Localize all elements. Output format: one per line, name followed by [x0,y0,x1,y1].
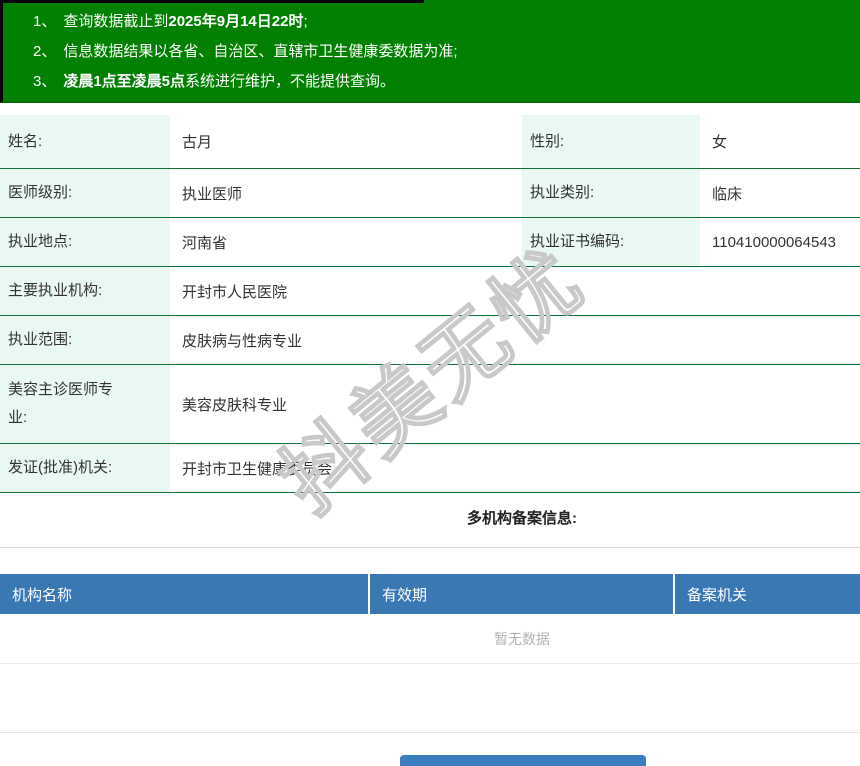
divider [0,732,860,733]
notice-line-2: 2、 信息数据结果以各省、自治区、直辖市卫生健康委数据为准; [33,37,850,67]
table-row: 医师级别: 执业医师 执业类别: 临床 [0,169,860,218]
field-label-practice-category: 执业类别: [522,169,700,217]
no-data-text: 暂无数据 [494,631,550,647]
doctor-license-query-result-page: 1、 查询数据截止到2025年9月14日22时; 2、 信息数据结果以各省、自治区、… [0,0,860,766]
table-row: 主要执业机构: 开封市人民医院 [0,267,860,316]
table-row: 姓名: 古月 性别: 女 [0,115,860,169]
field-label-name: 姓名: [0,115,170,168]
column-header-record-authority: 备案机关 [687,586,748,604]
close-window-button[interactable]: 【关闭窗口】 [400,755,646,766]
notice-banner: 1、 查询数据截止到2025年9月14日22时; 2、 信息数据结果以各省、自治区、… [0,0,860,103]
field-label-cosmetic-specialty: 美容主诊医师专业: [0,365,170,443]
banner-top-border [0,0,424,3]
field-value-practice-category: 临床 [712,185,743,203]
field-value-practice-scope: 皮肤病与性病专业 [182,332,303,350]
field-label-gender: 性别: [522,115,700,168]
records-empty-row: 暂无数据 [0,614,860,664]
records-section: 多机构备案信息: [0,507,860,531]
notice-text-bold: 凌晨1点至凌晨5点 [63,73,186,90]
records-section-title: 多机构备案信息: [467,510,577,527]
field-value-name: 古月 [182,134,213,151]
column-header-institution-name: 机构名称 [0,574,370,614]
notice-text: 查询数据截止到 [63,13,169,30]
field-value-practice-location: 河南省 [182,234,228,252]
notice-text: 系统进行维护，不能提供查询。 [185,73,396,90]
table-row: 发证(批准)机关: 开封市卫生健康委员会 [0,444,860,493]
field-label-issuing-authority: 发证(批准)机关: [0,444,170,492]
field-value-issuing-authority: 开封市卫生健康委员会 [182,460,333,478]
footer: 【关闭窗口】 ◎本图由平台注册用户上传 [0,741,860,766]
field-label-doctor-level: 医师级别: [0,169,170,217]
notice-line-1: 1、 查询数据截止到2025年9月14日22时; [33,7,850,37]
table-row: 美容主诊医师专业: 美容皮肤科专业 [0,365,860,444]
table-row: 执业地点: 河南省 执业证书编码: 110410000064543 [0,218,860,267]
notice-number: 3、 [33,73,57,90]
column-header-validity-period: 有效期 [370,574,675,614]
field-label-certificate-number: 执业证书编码: [522,218,700,266]
table-row: 执业范围: 皮肤病与性病专业 [0,316,860,365]
field-value-gender: 女 [712,134,728,151]
field-value-main-institution: 开封市人民医院 [182,283,288,301]
notice-number: 2、 [33,43,57,60]
field-value-doctor-level: 执业医师 [182,185,243,203]
notice-text-bold: 2025年9月14日22时 [168,13,304,30]
practitioner-info-table: 姓名: 古月 性别: 女 医师级别: 执业医师 执业类别: 临床 执业地点: 河… [0,115,860,493]
field-label-practice-location: 执业地点: [0,218,170,266]
notice-line-3: 3、 凌晨1点至凌晨5点系统进行维护，不能提供查询。 [33,67,850,97]
field-label-main-institution: 主要执业机构: [0,267,170,315]
field-value-certificate-number: 110410000064543 [712,233,837,251]
field-value-cosmetic-specialty: 美容皮肤科专业 [182,396,288,414]
field-label-practice-scope: 执业范围: [0,316,170,364]
divider [0,547,860,548]
notice-number: 1、 [33,13,57,30]
notice-text: ; [303,13,308,30]
records-table-header: 机构名称 有效期 备案机关 [0,574,860,614]
notice-text: 信息数据结果以各省、自治区、直辖市卫生健康委数据为准; [63,43,458,60]
